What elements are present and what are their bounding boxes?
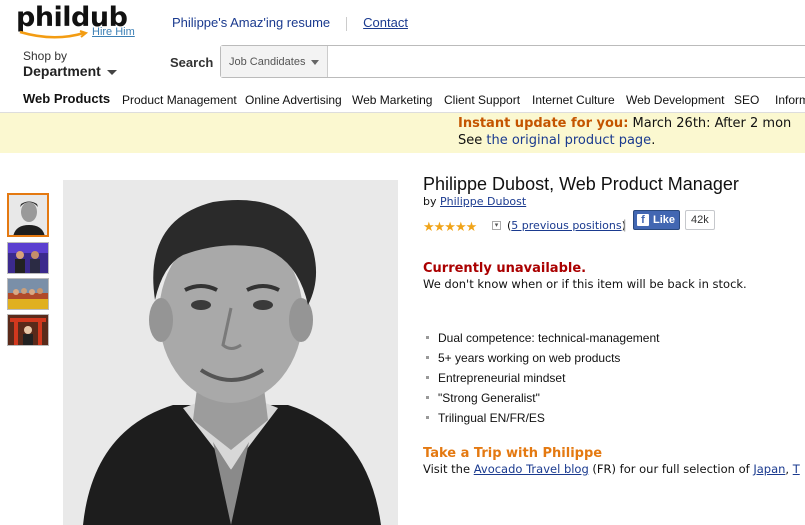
by-label: by — [423, 195, 440, 208]
availability-status: Currently unavailable. — [423, 261, 587, 276]
rating-dropdown-icon[interactable]: ▾ — [492, 221, 501, 230]
trip-text: Visit the Avocado Travel blog (FR) for o… — [423, 462, 800, 476]
japan-link[interactable]: Japan — [753, 462, 785, 476]
hire-him-link[interactable]: Hire Him — [92, 26, 135, 38]
contact-link[interactable]: Contact — [363, 15, 408, 30]
nav-item-online-advertising[interactable]: Online Advertising — [245, 93, 342, 107]
nav-item-product-management[interactable]: Product Management — [122, 93, 237, 107]
department-label: Department — [23, 63, 101, 79]
party-thumbnail-image — [8, 243, 48, 273]
logo-smile-arrow — [19, 30, 89, 39]
author-link[interactable]: Philippe Dubost — [440, 195, 526, 208]
thumbnail-party[interactable] — [7, 242, 49, 274]
list-item: "Strong Generalist" — [424, 391, 659, 411]
product-title: Philippe Dubost, Web Product Manager — [423, 174, 739, 194]
like-count: 42k — [685, 210, 715, 230]
thumbnail-shrine[interactable] — [7, 314, 49, 346]
thumbnail-portrait[interactable] — [7, 193, 49, 237]
bullet-text: Entrepreneurial mindset — [438, 371, 566, 385]
thumbnail-group[interactable] — [7, 278, 49, 310]
rating-stars-icon[interactable]: ★★★★★ — [423, 219, 477, 235]
bullet-text: Dual competence: technical-management — [438, 331, 660, 345]
trip-prefix: Visit the — [423, 462, 474, 476]
bullet-icon — [426, 336, 429, 339]
availability-message: We don't know when or if this item will … — [423, 277, 747, 291]
main-product-image[interactable] — [63, 180, 398, 525]
previous-positions-link[interactable]: 5 previous positions — [511, 219, 621, 232]
facebook-icon: f — [637, 214, 649, 226]
list-item: Dual competence: technical-management — [424, 331, 659, 351]
nav-item-web-marketing[interactable]: Web Marketing — [352, 93, 432, 107]
list-item: Entrepreneurial mindset — [424, 371, 659, 391]
trip-sep: , — [785, 462, 793, 476]
list-item: Trilingual EN/FR/ES — [424, 411, 659, 431]
nav-item-inform[interactable]: Inform — [775, 93, 805, 107]
next-destination-link[interactable]: T — [793, 462, 800, 476]
portrait-photo — [63, 180, 398, 525]
bullet-text: Trilingual EN/FR/ES — [438, 411, 545, 425]
nav-item-seo[interactable]: SEO — [734, 93, 759, 107]
search-label: Search — [170, 55, 214, 70]
trip-middle: (FR) for our full selection of — [588, 462, 754, 476]
top-links: Philippe's Amaz'ing resume Contact — [172, 15, 424, 31]
divider — [346, 16, 348, 31]
department-menu[interactable]: Department — [23, 63, 117, 79]
banner-see: See — [458, 133, 487, 148]
portrait-thumbnail-image — [9, 195, 47, 235]
banner-line-2: See the original product page. — [458, 133, 655, 148]
shrine-thumbnail-image — [8, 315, 48, 345]
caret-down-icon — [311, 59, 320, 65]
nav-item-internet-culture[interactable]: Internet Culture — [532, 93, 615, 107]
avocado-travel-blog-link[interactable]: Avocado Travel blog — [474, 462, 589, 476]
bullet-icon — [426, 376, 429, 379]
like-label: Like — [653, 214, 676, 226]
nav-item-web-development[interactable]: Web Development — [626, 93, 725, 107]
bullet-text: 5+ years working on web products — [438, 351, 621, 365]
divider: | — [623, 217, 627, 232]
trip-heading: Take a Trip with Philippe — [423, 446, 603, 461]
group-thumbnail-image — [8, 279, 48, 309]
caret-down-icon — [106, 69, 117, 75]
original-product-page-link[interactable]: the original product page — [486, 133, 651, 148]
feature-bullets: Dual competence: technical-management 5+… — [424, 331, 659, 431]
bullet-icon — [426, 356, 429, 359]
banner-text: March 26th: After 2 mon — [628, 116, 792, 131]
bullet-text: "Strong Generalist" — [438, 391, 540, 405]
shop-by-label: Shop by — [23, 49, 68, 63]
nav-item-client-support[interactable]: Client Support — [444, 93, 520, 107]
bullet-icon — [426, 416, 429, 419]
banner-period: . — [651, 133, 656, 148]
banner-line-1: Instant update for you: March 26th: Afte… — [458, 116, 791, 131]
list-item: 5+ years working on web products — [424, 351, 659, 371]
previous-positions: (5 previous positions) — [507, 219, 626, 232]
search-category-dropdown[interactable]: Job Candidates — [221, 46, 328, 77]
byline: by Philippe Dubost — [423, 195, 526, 208]
category-nav: Web Products Product Management Online A… — [0, 86, 805, 113]
search-category-label: Job Candidates — [229, 56, 306, 68]
resume-link[interactable]: Philippe's Amaz'ing resume — [172, 15, 330, 30]
facebook-like-button[interactable]: f Like — [633, 210, 680, 230]
bullet-icon — [426, 396, 429, 399]
banner-highlight: Instant update for you: — [458, 116, 629, 131]
nav-main-web-products[interactable]: Web Products — [23, 91, 110, 106]
